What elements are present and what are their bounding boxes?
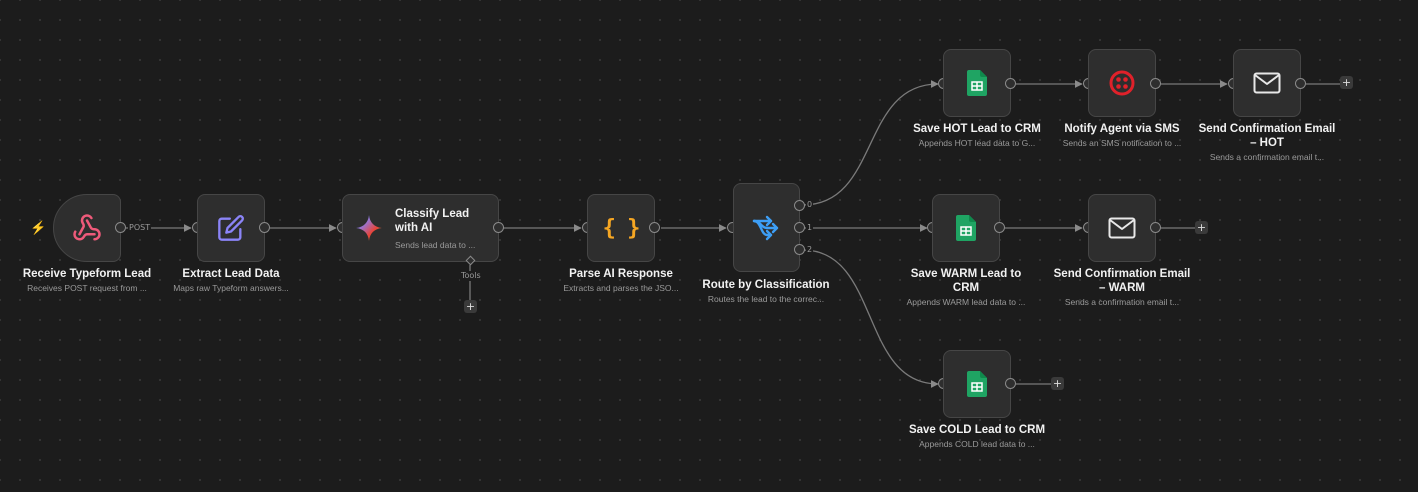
node-title-line2: with AI [395,221,433,234]
webhook-icon [73,214,101,241]
pencil-edit-icon [218,215,244,241]
route-output-2-label: 2 [806,245,814,255]
trigger-bolt-icon: ⚡ [30,220,47,235]
node-subtitle: Sends a confirmation email t... [1209,152,1325,162]
node-save-hot-lead[interactable] [943,49,1011,117]
node-title: Notify Agent via SMS [1064,123,1180,135]
node-extract-lead-data[interactable] [197,194,265,262]
route-output-2-handle[interactable] [794,244,805,255]
route-output-0-label: 0 [806,200,814,210]
node-title: Receive Typeform Lead [22,268,152,280]
add-tool-button[interactable]: + [464,300,477,313]
node-title-line2: – WARM [1099,282,1145,294]
node-title-line1: Save WARM Lead to [910,268,1022,280]
switch-route-icon [752,215,778,240]
mail-envelope-icon [1253,72,1281,94]
node-title: Save COLD Lead to CRM [908,424,1046,436]
node-route-by-classification[interactable] [733,183,800,272]
node-save-warm-lead[interactable] [932,194,1000,262]
sms-output-handle[interactable] [1150,78,1161,89]
node-subtitle: Extracts and parses the JSO... [563,283,679,293]
node-send-email-hot[interactable] [1233,49,1301,117]
node-title-line1: Send Confirmation Email [1198,123,1336,135]
add-node-button[interactable]: + [1195,221,1208,234]
route-output-0-handle[interactable] [794,200,805,211]
node-subtitle: Sends a confirmation email t... [1064,297,1180,307]
save-hot-output-handle[interactable] [1005,78,1016,89]
node-title-line2: – HOT [1250,137,1284,149]
parse-output-handle[interactable] [649,222,660,233]
extract-output-handle[interactable] [259,222,270,233]
node-notify-agent-sms[interactable] [1088,49,1156,117]
node-subtitle: Maps raw Typeform answers... [173,283,289,293]
email-warm-output-handle[interactable] [1150,222,1161,233]
add-node-button[interactable]: + [1051,377,1064,390]
node-title-line2: CRM [952,282,980,294]
node-title: Route by Classification [702,279,830,291]
node-title: Save HOT Lead to CRM [913,123,1041,135]
node-title: Extract Lead Data [182,268,280,280]
node-receive-typeform-lead[interactable] [53,194,121,262]
node-parse-ai-response[interactable]: { } [587,194,655,262]
add-node-button[interactable]: + [1340,76,1353,89]
node-title-line1: Classify Lead [395,207,470,220]
route-output-1-label: 1 [806,223,814,233]
node-subtitle: Receives POST request from ... [27,283,147,293]
node-subtitle: Appends HOT lead data to G... [918,138,1036,148]
google-sheets-icon [956,215,976,241]
tools-label: Tools [460,271,482,281]
classify-output-handle[interactable] [493,222,504,233]
node-subtitle: Routes the lead to the correc... [707,294,825,304]
receive-output-handle[interactable] [115,222,126,233]
code-braces-icon: { } [602,215,641,241]
mail-envelope-icon [1108,217,1136,239]
email-hot-output-handle[interactable] [1295,78,1306,89]
route-output-1-handle[interactable] [794,222,805,233]
node-save-cold-lead[interactable] [943,350,1011,418]
save-warm-output-handle[interactable] [994,222,1005,233]
google-sheets-icon [967,70,987,96]
save-cold-output-handle[interactable] [1005,378,1016,389]
twilio-icon [1109,70,1135,96]
gemini-sparkle-icon [356,215,382,241]
node-classify-lead-ai[interactable]: Classify Lead with AI Sends lead data to… [342,194,499,262]
edge-label-post: POST [128,223,152,233]
node-title-line1: Send Confirmation Email [1053,268,1191,280]
node-subtitle: Sends an SMS notification to ... [1062,138,1182,148]
node-subtitle: Appends COLD lead data to ... [919,439,1035,449]
google-sheets-icon [967,371,987,397]
node-subtitle: Sends lead data to ... [395,239,476,250]
node-subtitle: Appends WARM lead data to ... [906,297,1026,307]
node-title: Parse AI Response [569,268,673,280]
node-send-email-warm[interactable] [1088,194,1156,262]
